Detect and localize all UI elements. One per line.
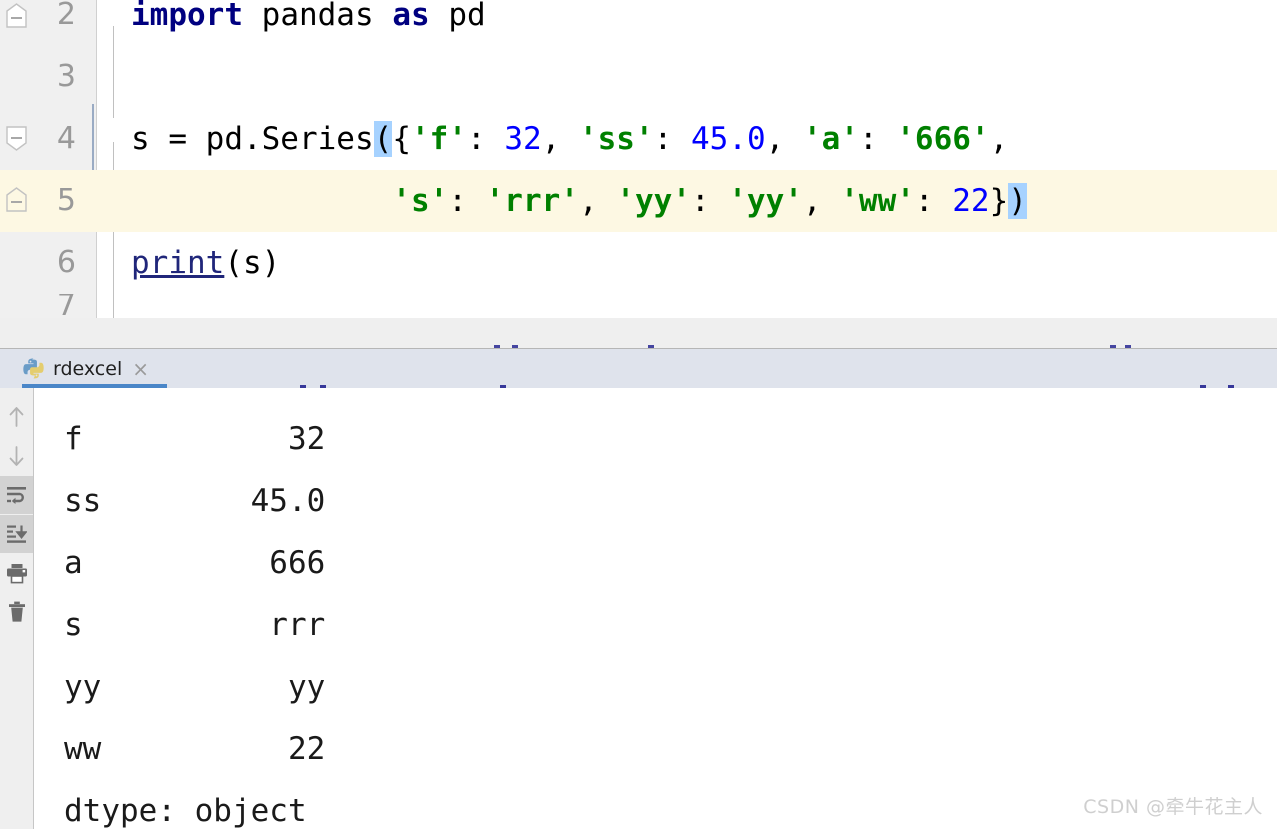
code-token: } [989, 183, 1009, 219]
arrow-down-icon [9, 446, 24, 466]
code-token: print [131, 245, 225, 281]
clipped-text-artifact [648, 345, 654, 348]
editor-line-active[interactable]: 5 's': 'rrr', 'yy': 'yy', 'ww': 22}) [0, 170, 1277, 232]
fold-marker-collapse[interactable] [6, 3, 27, 28]
code-token: 'ww' [840, 183, 915, 219]
trash-icon [8, 601, 25, 622]
close-icon[interactable]: × [130, 359, 149, 379]
code-token: , [541, 121, 579, 157]
code-token: : [690, 183, 729, 219]
console-tab-rdexcel[interactable]: rdexcel × [10, 349, 167, 388]
code-token: : [653, 121, 691, 157]
editor-line[interactable]: 4 s = pd.Series({'f': 32, 'ss': 45.0, 'a… [0, 108, 1277, 170]
python-icon [23, 358, 44, 379]
console-output-line: ss 45.0 [64, 483, 326, 519]
code-token: 'a' [802, 121, 859, 157]
line-content: 's': 'rrr', 'yy': 'yy', 'ww': 22}) [131, 170, 1027, 232]
line-number: 6 [56, 245, 76, 280]
clipped-text-artifact [1125, 345, 1131, 348]
editor-console-splitter[interactable] [0, 318, 1277, 349]
code-token: 22 [952, 183, 990, 219]
code-token: 'f' [410, 121, 467, 157]
fold-marker-icon [6, 187, 27, 212]
code-token: , [802, 183, 841, 219]
console-output-line: f 32 [64, 421, 326, 457]
code-token: 'yy' [728, 183, 803, 219]
scroll-down-button[interactable] [0, 437, 33, 475]
code-token: ) [1008, 183, 1027, 219]
code-token: : [858, 121, 897, 157]
console-output-line: ww 22 [64, 731, 326, 767]
code-token: (s) [224, 245, 281, 281]
line-background [96, 46, 1277, 108]
code-token: { [392, 121, 411, 157]
code-token: ( [373, 121, 393, 157]
fold-marker-collapse[interactable] [6, 126, 27, 151]
printer-icon [6, 563, 27, 583]
line-number-clipped: 7 [56, 294, 76, 318]
code-token: 32 [504, 121, 542, 157]
line-content: s = pd.Series({'f': 32, 'ss': 45.0, 'a':… [131, 108, 1008, 170]
code-token: pd [448, 0, 486, 33]
code-editor-pane[interactable]: 2 import pandas as pd 3 4 s = pd.Series(… [0, 0, 1277, 318]
console-output-line: yy yy [64, 669, 326, 705]
clear-all-button[interactable] [0, 593, 33, 631]
code-token: as [392, 0, 430, 33]
code-token: : [466, 121, 505, 157]
print-button[interactable] [0, 554, 33, 592]
code-token: 's' [392, 183, 449, 219]
fold-minus-bar [11, 17, 22, 19]
console-output-line: a 666 [64, 545, 326, 581]
fold-minus-bar [11, 137, 22, 139]
code-token: 45.0 [690, 121, 766, 157]
code-token: '666' [896, 121, 990, 157]
code-token: 'ss' [578, 121, 654, 157]
line-number: 3 [56, 59, 76, 94]
code-token: , [989, 121, 1009, 157]
line-content: print(s) [131, 232, 280, 294]
scroll-up-button[interactable] [0, 398, 33, 436]
code-token: s = pd.Series [131, 121, 374, 157]
console-output-line: s rrr [64, 607, 326, 643]
console-tabbar[interactable]: rdexcel × [0, 349, 1277, 388]
code-token: : [448, 183, 486, 219]
code-token: import [131, 0, 243, 33]
clipped-text-artifact [512, 345, 518, 348]
code-token: , [765, 121, 803, 157]
console-toolbar-rail[interactable] [0, 388, 34, 829]
fold-marker-icon [6, 3, 27, 28]
fold-minus-bar [11, 201, 22, 203]
soft-wrap-button[interactable] [0, 476, 33, 514]
arrow-up-icon [9, 407, 24, 427]
run-console-pane[interactable]: rdexcel × f 32 ss 45.0 a 666 s rrr yy yy… [0, 349, 1277, 829]
editor-line[interactable]: 6 print(s) [0, 232, 1277, 294]
code-token: , [578, 183, 617, 219]
code-token: 'yy' [616, 183, 691, 219]
editor-line[interactable]: 3 [0, 46, 1277, 108]
watermark: CSDN @牵牛花主人 [1083, 796, 1263, 818]
scroll-to-end-icon [7, 525, 27, 543]
code-token: pandas [261, 0, 374, 33]
line-content: import pandas as pd [131, 0, 486, 46]
code-token: 'rrr' [485, 183, 579, 219]
clipped-text-artifact [1110, 345, 1116, 348]
scroll-to-end-button[interactable] [0, 515, 33, 553]
fold-marker-end[interactable] [6, 187, 27, 212]
console-output-area[interactable]: f 32 ss 45.0 a 666 s rrr yy yy ww 22 dty… [34, 388, 1277, 829]
editor-line[interactable]: 2 import pandas as pd [0, 0, 1277, 46]
console-tab-label: rdexcel [53, 357, 123, 380]
soft-wrap-icon [7, 487, 26, 504]
code-token: : [914, 183, 953, 219]
clipped-text-artifact [494, 345, 500, 348]
